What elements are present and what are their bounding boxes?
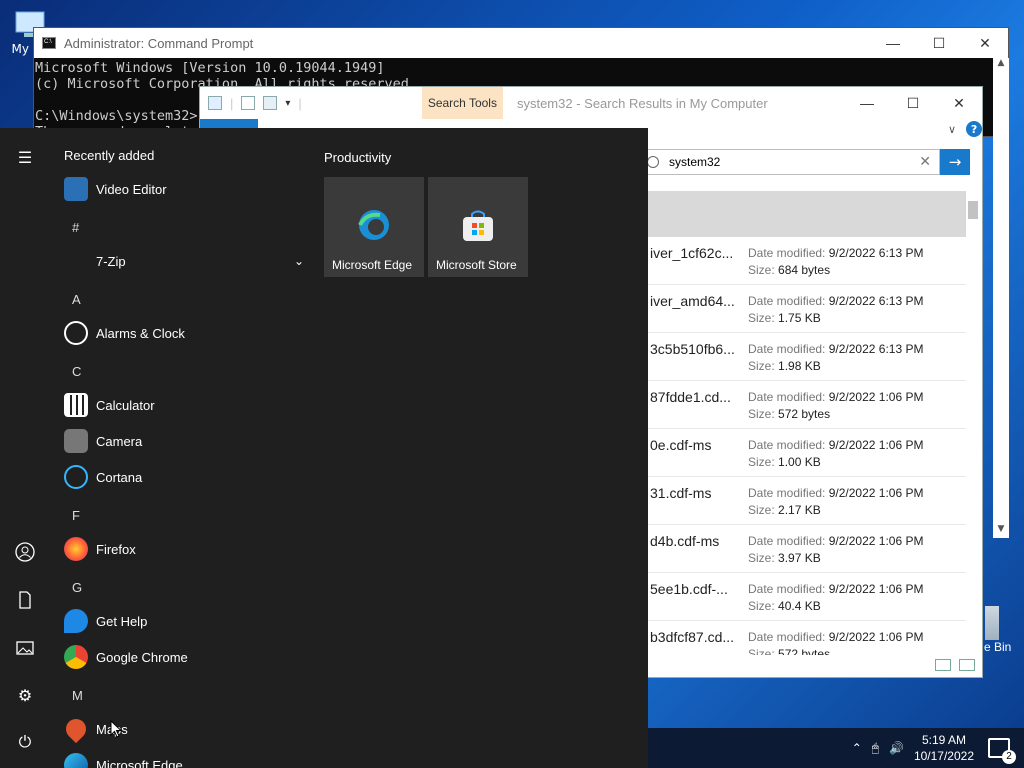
explorer-titlebar[interactable]: | ▾ | Search Tools system32 - Search Res… (200, 87, 982, 119)
list-item[interactable]: d4b.cdf-ms Date modified: 9/2/2022 1:06 … (640, 525, 966, 573)
letter-a[interactable]: A (72, 292, 81, 307)
productivity-heading: Productivity (324, 150, 392, 165)
recycle-bin-icon (985, 606, 999, 640)
firefox-icon (64, 537, 88, 561)
cmd-icon (42, 37, 56, 49)
go-search-button[interactable]: → (940, 149, 970, 175)
scroll-down-icon[interactable]: ▼ (993, 524, 1009, 534)
letter-hash[interactable]: # (72, 220, 79, 235)
pictures-icon[interactable] (15, 638, 35, 658)
close-button[interactable]: ✕ (962, 28, 1008, 58)
calculator-icon (64, 393, 88, 417)
7zip-icon (64, 249, 88, 273)
app-camera[interactable]: Camera (64, 423, 304, 459)
start-menu[interactable]: ☰ ⚙ ⏻ Recently added Video Editor # 7-Zi… (0, 128, 648, 768)
close-button[interactable]: ✕ (936, 87, 982, 119)
clock[interactable]: 5:19 AM 10/17/2022 (914, 732, 974, 764)
maximize-button[interactable]: ☐ (916, 28, 962, 58)
action-center-icon[interactable]: 2 (988, 738, 1016, 764)
store-bag-icon (463, 210, 493, 241)
explorer-title: system32 - Search Results in My Computer (516, 95, 768, 111)
list-item[interactable]: b3dfcf87.cd... Date modified: 9/2/2022 1… (640, 621, 966, 655)
folder-icon[interactable] (208, 96, 222, 110)
minimize-button[interactable]: — (844, 87, 890, 119)
details-view-icon[interactable] (935, 659, 951, 671)
cmd-scrollbar[interactable]: ▲ ▼ (993, 58, 1009, 538)
notification-count-badge: 2 (1002, 750, 1016, 764)
app-7zip[interactable]: 7-Zip ⌄ (64, 243, 304, 279)
app-firefox[interactable]: Firefox (64, 531, 304, 567)
search-icon (647, 156, 659, 168)
taskbar[interactable]: ⌃ 🖱 🔊 5:19 AM 10/17/2022 2 (648, 728, 1024, 768)
list-item[interactable]: 5ee1b.cdf-... Date modified: 9/2/2022 1:… (640, 573, 966, 621)
user-account-icon[interactable] (15, 542, 35, 562)
expand-ribbon-icon[interactable]: ∨ (948, 123, 956, 136)
letter-g[interactable]: G (72, 580, 82, 595)
cortana-icon (64, 465, 88, 489)
network-icon[interactable]: 🖱 (872, 741, 879, 756)
cmd-title: Administrator: Command Prompt (64, 35, 254, 51)
edge-icon (64, 753, 88, 768)
scroll-up-icon[interactable]: ▲ (993, 58, 1009, 68)
letter-f[interactable]: F (72, 508, 80, 523)
search-input[interactable] (669, 155, 912, 169)
list-item[interactable]: 0e.cdf-ms Date modified: 9/2/2022 1:06 P… (640, 429, 966, 477)
recently-added-heading: Recently added (64, 148, 155, 163)
edge-icon (358, 210, 389, 240)
camera-icon (64, 429, 88, 453)
letter-m[interactable]: M (72, 688, 83, 703)
help-icon[interactable]: ? (966, 121, 983, 137)
scrollbar-thumb[interactable] (968, 201, 978, 219)
list-item[interactable]: iver_amd64... Date modified: 9/2/2022 6:… (640, 285, 966, 333)
search-results-list[interactable]: iver_1cf62c... Date modified: 9/2/2022 6… (640, 237, 966, 655)
show-hidden-icons-chevron-icon[interactable]: ⌃ (852, 741, 862, 755)
recycle-bin-label: e Bin (984, 640, 1012, 654)
hamburger-menu-icon[interactable]: ☰ (15, 148, 35, 168)
recycle-bin-desktop-icon[interactable]: e Bin (984, 606, 1011, 654)
tile-microsoft-edge[interactable]: Microsoft Edge (324, 177, 424, 277)
alarm-clock-icon (64, 321, 88, 345)
app-video-editor[interactable]: Video Editor (64, 171, 304, 207)
app-maps[interactable]: Maps (61, 711, 304, 747)
new-folder-icon[interactable] (263, 96, 278, 110)
letter-c[interactable]: C (72, 364, 81, 379)
app-calculator[interactable]: Calculator (64, 387, 304, 423)
system-tray: ⌃ 🖱 🔊 5:19 AM 10/17/2022 (852, 728, 974, 768)
list-item[interactable]: 3c5b510fb6... Date modified: 9/2/2022 6:… (640, 333, 966, 381)
minimize-button[interactable]: — (870, 28, 916, 58)
start-rail: ☰ ⚙ ⏻ (0, 128, 50, 768)
qat-dropdown-icon[interactable]: ▾ (285, 98, 290, 109)
search-tools-context-tab[interactable]: Search Tools (421, 87, 503, 119)
clock-time: 5:19 AM (921, 733, 966, 747)
maps-pin-icon (61, 714, 91, 744)
chevron-down-icon[interactable]: ⌄ (294, 254, 304, 268)
maximize-button[interactable]: ☐ (890, 87, 936, 119)
app-cortana[interactable]: Cortana (64, 459, 304, 495)
video-editor-icon (64, 177, 88, 201)
results-scrollbar[interactable] (966, 193, 980, 653)
properties-icon[interactable] (241, 96, 256, 110)
volume-icon[interactable]: 🔊 (889, 741, 904, 755)
app-google-chrome[interactable]: Google Chrome (64, 639, 304, 675)
tile-microsoft-store[interactable]: Microsoft Store (428, 177, 528, 277)
power-icon[interactable]: ⏻ (15, 734, 35, 754)
documents-icon[interactable] (15, 590, 35, 610)
app-microsoft-edge[interactable]: Microsoft Edge (64, 747, 304, 768)
settings-gear-icon[interactable]: ⚙ (15, 686, 35, 706)
list-item[interactable]: 31.cdf-ms Date modified: 9/2/2022 1:06 P… (640, 477, 966, 525)
list-item[interactable]: iver_1cf62c... Date modified: 9/2/2022 6… (640, 237, 966, 285)
list-item[interactable]: 87fdde1.cd... Date modified: 9/2/2022 1:… (640, 381, 966, 429)
app-get-help[interactable]: Get Help (64, 603, 304, 639)
app-alarms-clock[interactable]: Alarms & Clock (64, 315, 304, 351)
large-icons-view-icon[interactable] (959, 659, 975, 671)
clear-search-icon[interactable]: ✕ (911, 154, 939, 170)
chrome-icon (64, 645, 88, 669)
get-help-icon (64, 609, 88, 633)
clock-date: 10/17/2022 (913, 749, 974, 763)
mouse-cursor-icon (110, 720, 122, 738)
search-box[interactable]: ✕ (640, 149, 940, 175)
cmd-titlebar[interactable]: Administrator: Command Prompt — ☐ ✕ (34, 28, 1008, 58)
